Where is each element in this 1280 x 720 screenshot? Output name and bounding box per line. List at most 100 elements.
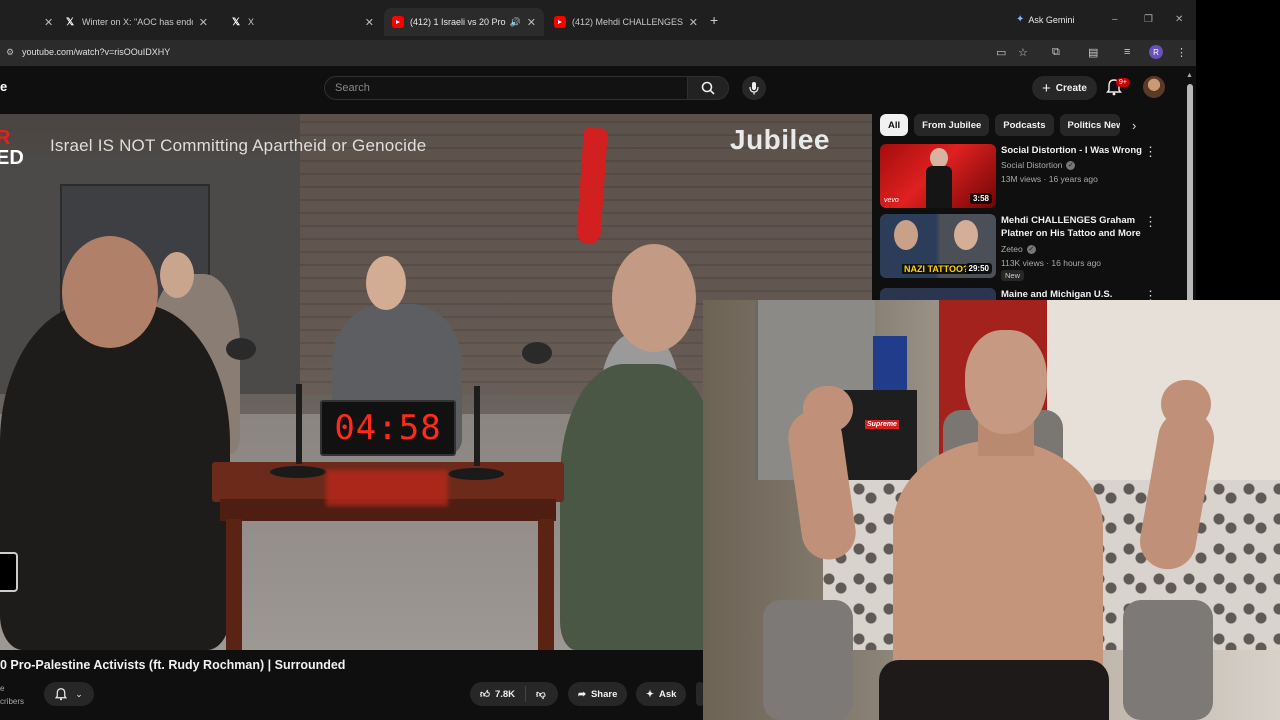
video-thumbnail[interactable]: [880, 288, 996, 300]
recommendation-channel[interactable]: Social Distortion ✓: [1001, 160, 1076, 170]
search-icon: [701, 81, 715, 95]
jubilee-watermark: Jubilee: [730, 124, 830, 155]
youtube-header: e Search + Create: [0, 66, 1196, 110]
video-title: 0 Pro-Palestine Activists (ft. Rudy Roch…: [0, 658, 346, 672]
chip-podcasts[interactable]: Podcasts: [995, 114, 1054, 136]
ask-label: Ask: [658, 688, 677, 700]
chevron-right-icon[interactable]: ›: [1132, 118, 1136, 133]
new-badge: New: [1001, 270, 1025, 281]
table-leg: [226, 519, 242, 650]
video-duration: 3:58: [969, 193, 992, 204]
person-head: [612, 244, 696, 352]
channel-name-fragment[interactable]: e: [0, 684, 4, 693]
tab-title: (412) Mehdi CHALLENGES Gra: [572, 17, 683, 27]
person-left-foreground: [0, 304, 230, 650]
sparkle-icon: ✦: [646, 688, 654, 700]
site-settings-icon[interactable]: ⚙: [6, 47, 14, 58]
recommendation-item[interactable]: NAZI TATTOO? 29:50 Mehdi CHALLENGES Grah…: [880, 214, 1180, 284]
like-count: 7.8K: [494, 688, 516, 700]
tab-close-icon[interactable]: ✕: [365, 16, 374, 29]
like-button[interactable]: 👍︎ 7.8K: [470, 686, 527, 702]
webcam-person-shorts: [879, 660, 1109, 720]
recommendation-title[interactable]: Social Distortion - I Was Wrong: [1001, 144, 1143, 157]
tab-strip: 𝕏 Winter on X: "AOC has endorse ✕ 𝕏 X ✕ …: [0, 0, 1196, 40]
create-button[interactable]: + Create: [1032, 76, 1097, 100]
x-logo-icon: 𝕏: [231, 16, 241, 28]
extensions-icon[interactable]: ⧉: [1052, 46, 1060, 59]
cast-icon[interactable]: ▭: [996, 46, 1006, 59]
person-right-foreground: [560, 364, 720, 650]
new-tab-icon[interactable]: +: [710, 12, 718, 28]
tab-youtube-active[interactable]: (412) 1 Israeli vs 20 Pro-Pal 🔊 ✕: [384, 8, 544, 36]
media-controls-icon[interactable]: ≡: [1124, 46, 1130, 58]
mic-base: [448, 468, 504, 480]
more-options-icon[interactable]: ⋮: [1144, 214, 1157, 230]
sidepanel-icon[interactable]: ▤: [1088, 46, 1098, 59]
verified-check-icon: ✓: [1066, 160, 1076, 170]
restore-icon[interactable]: ❐: [1144, 14, 1153, 25]
tab-x[interactable]: 𝕏 X ✕: [222, 8, 382, 36]
create-label: Create: [1055, 82, 1087, 94]
close-window-icon[interactable]: ✕: [1175, 14, 1183, 25]
address-bar: ⚙ youtube.com/watch?v=risOOuIDXHY ▭ ☆ ⧉ …: [0, 40, 1196, 66]
tab-youtube-mehdi[interactable]: (412) Mehdi CHALLENGES Gra ✕: [546, 8, 706, 36]
chip-all[interactable]: All: [880, 114, 909, 136]
thumb-figure-head: [894, 220, 918, 250]
webcam-person-head: [965, 330, 1047, 434]
url-field[interactable]: youtube.com/watch?v=risOOuIDXHY: [22, 47, 170, 57]
recommendation-title[interactable]: Maine and Michigan U.S.: [1001, 288, 1143, 300]
tab-close-icon[interactable]: ✕: [199, 16, 208, 29]
dislike-button[interactable]: 👎︎: [526, 688, 556, 700]
webcam-person-fist-right: [1161, 380, 1211, 428]
ask-button[interactable]: ✦ Ask: [636, 682, 687, 706]
speaker-icon[interactable]: 🔊: [510, 17, 521, 28]
scroll-up-arrow-icon[interactable]: ▲: [1186, 72, 1193, 79]
search-button[interactable]: [687, 76, 729, 100]
video-brand-mark: R ED: [0, 127, 24, 169]
verified-check-icon: ✓: [1026, 244, 1036, 254]
tab-x-winter[interactable]: 𝕏 Winter on X: "AOC has endorse ✕: [56, 8, 216, 36]
share-button[interactable]: ➦ Share: [568, 682, 628, 706]
profile-avatar[interactable]: R: [1149, 45, 1163, 59]
video-thumbnail[interactable]: vevo 3:58: [880, 144, 996, 208]
minimize-icon[interactable]: –: [1112, 14, 1118, 25]
account-avatar[interactable]: [1143, 76, 1165, 98]
gemini-icon: ✦: [1016, 14, 1025, 25]
tab-close-icon[interactable]: ✕: [527, 16, 536, 29]
tab-close-icon[interactable]: ✕: [689, 16, 698, 29]
supreme-sticker: Supreme: [865, 420, 899, 429]
subscriber-count: cribers: [0, 697, 25, 706]
subscription-bell-button[interactable]: ⌄: [44, 682, 94, 706]
video-thumbnail[interactable]: NAZI TATTOO? 29:50: [880, 214, 996, 278]
recommendation-item[interactable]: Maine and Michigan U.S. ⋮: [880, 288, 1180, 300]
recommendation-title[interactable]: Mehdi CHALLENGES Graham Platner on His T…: [1001, 214, 1143, 240]
ask-gemini-button[interactable]: ✦ Ask Gemini: [1016, 14, 1074, 25]
youtube-icon: [554, 16, 566, 28]
table-leg: [538, 519, 554, 650]
youtube-logo-fragment[interactable]: e: [0, 79, 7, 94]
menu-kebab-icon[interactable]: ⋮: [1176, 46, 1187, 59]
more-options-icon[interactable]: ⋮: [1144, 288, 1157, 300]
gemini-label: Ask Gemini: [1028, 14, 1075, 25]
recommendation-item[interactable]: vevo 3:58 Social Distortion - I Was Wron…: [880, 144, 1180, 210]
recommendation-channel[interactable]: Zeteo ✓: [1001, 244, 1036, 254]
thumbs-down-icon: 👎︎: [536, 689, 546, 700]
microphone-left: [226, 338, 256, 360]
person-head: [62, 236, 158, 348]
share-arrow-icon: ➦: [578, 688, 586, 700]
video-overlay-title: Israel IS NOT Committing Apartheid or Ge…: [50, 136, 427, 155]
voice-search-button[interactable]: [742, 76, 766, 100]
miniplayer-toggle[interactable]: [0, 552, 18, 592]
recommendation-meta: 13M views · 16 years ago: [1001, 174, 1098, 184]
chevron-down-icon: ⌄: [75, 688, 83, 699]
chip-from-jubilee[interactable]: From Jubilee: [914, 114, 990, 136]
search-input[interactable]: Search: [324, 76, 688, 100]
tab-partial[interactable]: ✕: [0, 8, 52, 36]
tab-title: X: [248, 17, 255, 27]
chip-politics-news[interactable]: Politics New: [1059, 114, 1120, 136]
plus-icon: +: [1042, 79, 1051, 97]
more-options-icon[interactable]: ⋮: [1144, 144, 1157, 160]
tab-close-icon[interactable]: ✕: [44, 16, 52, 29]
vevo-logo: vevo: [884, 197, 899, 204]
bookmark-star-icon[interactable]: ☆: [1018, 46, 1028, 59]
